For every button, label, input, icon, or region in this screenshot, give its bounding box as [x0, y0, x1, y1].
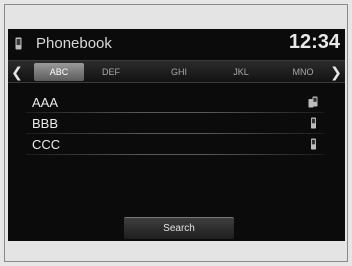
tab-def[interactable]: DEF — [90, 63, 132, 81]
list-item[interactable]: CCC — [26, 134, 324, 154]
tab-jkl[interactable]: JKL — [220, 63, 262, 81]
list-divider — [26, 154, 324, 155]
contact-name: CCC — [32, 137, 61, 152]
alphabet-tab-bar: ❮ ABC DEF GHI JKL MNO ❯ — [8, 60, 345, 83]
tab-mno[interactable]: MNO — [282, 63, 324, 81]
mobile-phone-icon — [311, 117, 316, 129]
tab-ghi[interactable]: GHI — [158, 63, 200, 81]
multiple-phones-icon — [308, 96, 318, 108]
list-item[interactable]: AAA — [26, 92, 324, 112]
contact-name: AAA — [32, 95, 59, 110]
tab-abc[interactable]: ABC — [34, 63, 84, 81]
phone-icon — [15, 37, 22, 50]
contact-name: BBB — [32, 116, 59, 131]
list-item[interactable]: BBB — [26, 113, 324, 133]
search-button[interactable]: Search — [124, 217, 234, 239]
mobile-phone-icon — [311, 138, 316, 150]
phonebook-screen: Phonebook 12:34 ❮ ABC DEF GHI JKL MNO ❯ … — [8, 29, 345, 241]
clock: 12:34 — [288, 31, 340, 53]
page-title: Phonebook — [36, 35, 112, 52]
header-bar: Phonebook 12:34 — [8, 29, 345, 59]
chevron-right-icon[interactable]: ❯ — [328, 63, 344, 82]
chevron-left-icon[interactable]: ❮ — [9, 63, 25, 82]
